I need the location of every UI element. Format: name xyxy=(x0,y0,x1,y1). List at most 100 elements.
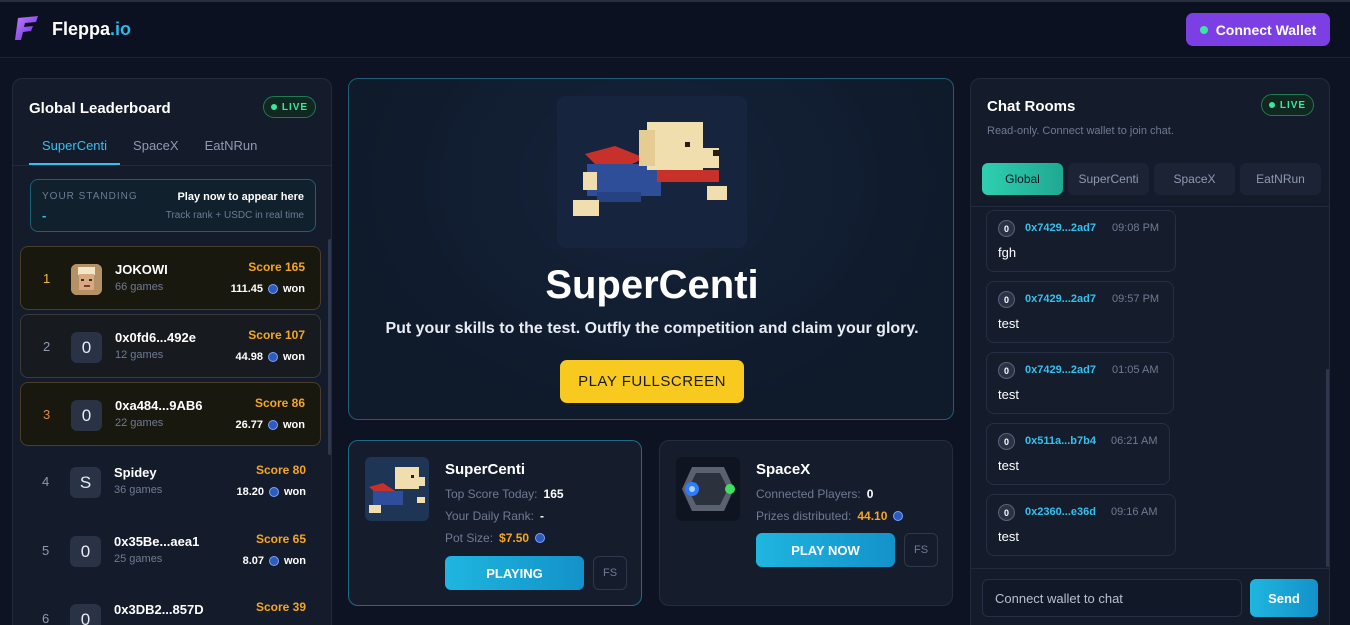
tab-supercenti[interactable]: SuperCenti xyxy=(1068,163,1149,195)
chat-subtitle: Read-only. Connect wallet to join chat. xyxy=(987,125,1174,137)
send-button[interactable]: Send xyxy=(1250,579,1318,617)
leaderboard-scrollbar[interactable] xyxy=(328,239,331,455)
leaderboard-title: Global Leaderboard xyxy=(29,100,171,117)
standing-value: - xyxy=(42,208,47,223)
top-border xyxy=(0,0,1350,2)
tab-spacex[interactable]: SpaceX xyxy=(120,137,192,165)
message-author[interactable]: 0x7429...2ad7 xyxy=(1025,293,1096,305)
message-author[interactable]: 0x7429...2ad7 xyxy=(1025,364,1096,376)
top-bar: Fleppa.io Connect Wallet xyxy=(0,0,1350,58)
avatar: 0 xyxy=(71,400,102,431)
chat-message: 0 0x7429...2ad7 09:08 PM fgh xyxy=(986,210,1176,272)
live-dot-icon xyxy=(270,104,277,110)
chat-message: 0 0x2360...e36d 09:16 AM test xyxy=(986,494,1176,556)
fullscreen-button[interactable]: FS xyxy=(904,533,938,567)
playing-button[interactable]: PLAYING xyxy=(445,556,584,590)
play-now-button[interactable]: PLAY NOW xyxy=(756,533,895,567)
leaderboard-row[interactable]: 3 0 0xa484...9AB6 22 games Score 86 26.7… xyxy=(20,382,321,446)
row-score: Score 86 xyxy=(254,396,305,410)
leaderboard-row[interactable]: 1 JOKOWI 66 games Score 165 111.45 won xyxy=(20,246,321,310)
row-won: 44.98 won xyxy=(235,351,305,363)
global-leaderboard: Global Leaderboard LIVE SuperCenti Space… xyxy=(12,78,332,625)
message-author[interactable]: 0x2360...e36d xyxy=(1025,506,1096,518)
row-rank: 5 xyxy=(42,543,50,558)
avatar: 0 xyxy=(70,536,101,567)
message-time: 06:21 AM xyxy=(1111,435,1158,447)
leaderboard-row[interactable]: 2 0 0x0fd6...492e 12 games Score 107 44.… xyxy=(20,314,321,378)
leaderboard-tabs: SuperCenti SpaceX EatNRun xyxy=(29,137,270,165)
avatar: S xyxy=(70,467,101,498)
game-card-spacex[interactable]: SpaceX Connected Players: 0 Prizes distri… xyxy=(659,440,953,606)
row-score: Score 65 xyxy=(255,532,306,546)
chat-message: 0 0x7429...2ad7 01:05 AM test xyxy=(986,352,1174,414)
message-author[interactable]: 0x7429...2ad7 xyxy=(1025,222,1096,234)
avatar: 0 xyxy=(70,604,101,625)
tab-eatnrun[interactable]: EatNRun xyxy=(192,137,271,165)
divider xyxy=(971,206,1329,207)
connect-wallet-button[interactable]: Connect Wallet xyxy=(1186,13,1330,46)
row-rank: 3 xyxy=(43,407,51,422)
row-games: 66 games xyxy=(115,281,164,293)
row-rank: 1 xyxy=(43,271,51,286)
row-rank: 2 xyxy=(43,339,51,354)
live-badge: LIVE xyxy=(1261,94,1314,116)
standing-label: YOUR STANDING xyxy=(42,191,138,202)
row-games: 22 games xyxy=(115,417,164,429)
supercenti-thumbnail xyxy=(365,457,429,521)
message-body: test xyxy=(998,387,1019,402)
tab-global[interactable]: Global xyxy=(982,163,1063,195)
avatar: 0 xyxy=(998,433,1015,450)
brand-name[interactable]: Fleppa.io xyxy=(52,19,131,40)
top-score-line: Top Score Today: 165 xyxy=(445,487,564,501)
row-won: 111.45 won xyxy=(230,283,305,295)
message-body: test xyxy=(998,316,1019,331)
game-card-supercenti[interactable]: SuperCenti Top Score Today: 165 Your Dail… xyxy=(348,440,642,606)
row-name: 0xa484...9AB6 xyxy=(115,398,203,413)
card-title: SuperCenti xyxy=(445,461,526,478)
row-name: 0x3DB2...857D xyxy=(114,602,204,617)
live-dot-icon xyxy=(1268,102,1275,108)
row-score: Score 39 xyxy=(255,600,306,614)
tab-eatnrun[interactable]: EatNRun xyxy=(1240,163,1321,195)
chat-rooms-panel: Chat Rooms LIVE Read-only. Connect walle… xyxy=(970,78,1330,625)
fleppa-logo-icon[interactable] xyxy=(13,14,41,42)
avatar: 0 xyxy=(998,504,1015,521)
hero-title: SuperCenti xyxy=(545,263,759,307)
fullscreen-button[interactable]: FS xyxy=(593,556,627,590)
row-games: 12 games xyxy=(115,349,164,361)
chat-input[interactable] xyxy=(982,579,1242,617)
message-time: 01:05 AM xyxy=(1112,364,1159,376)
row-won: 18.20 won xyxy=(236,486,306,498)
tab-supercenti[interactable]: SuperCenti xyxy=(29,137,121,165)
message-body: test xyxy=(998,529,1019,544)
message-body: test xyxy=(998,458,1019,473)
leaderboard-row[interactable]: 4 S Spidey 36 games Score 80 18.20 won xyxy=(20,450,321,514)
usdc-coin-icon xyxy=(268,284,278,294)
chat-scrollbar[interactable] xyxy=(1326,369,1329,567)
message-body: fgh xyxy=(998,245,1017,260)
supercenti-dog-artwork xyxy=(557,96,747,248)
divider xyxy=(13,165,331,166)
leaderboard-row[interactable]: 6 0 0x3DB2...857D Score 39 xyxy=(20,587,321,625)
avatar: 0 xyxy=(998,291,1015,308)
avatar: 0 xyxy=(998,220,1015,237)
chat-room-tabs: Global SuperCenti SpaceX EatNRun xyxy=(982,163,1321,195)
prizes-distributed-line: Prizes distributed: 44.10 xyxy=(756,509,904,523)
row-score: Score 80 xyxy=(255,463,306,477)
tab-spacex[interactable]: SpaceX xyxy=(1154,163,1235,195)
pot-size-line: Pot Size: $7.50 xyxy=(445,531,546,545)
row-name: JOKOWI xyxy=(115,262,168,277)
hero-game-panel: SuperCenti Put your skills to the test. … xyxy=(348,78,954,420)
message-author[interactable]: 0x511a...b7b4 xyxy=(1025,435,1096,447)
leaderboard-row[interactable]: 5 0 0x35Be...aea1 25 games Score 65 8.07… xyxy=(20,519,321,583)
avatar: 0 xyxy=(71,332,102,363)
row-rank: 6 xyxy=(42,611,50,625)
play-fullscreen-button[interactable]: PLAY FULLSCREEN xyxy=(560,360,744,403)
row-rank: 4 xyxy=(42,474,50,489)
avatar: 0 xyxy=(998,362,1015,379)
divider xyxy=(971,568,1329,569)
your-standing-card: YOUR STANDING - Play now to appear here … xyxy=(30,179,316,232)
row-name: 0x0fd6...492e xyxy=(115,330,196,345)
usdc-coin-icon xyxy=(893,511,904,521)
jokowi-avatar xyxy=(71,264,102,295)
